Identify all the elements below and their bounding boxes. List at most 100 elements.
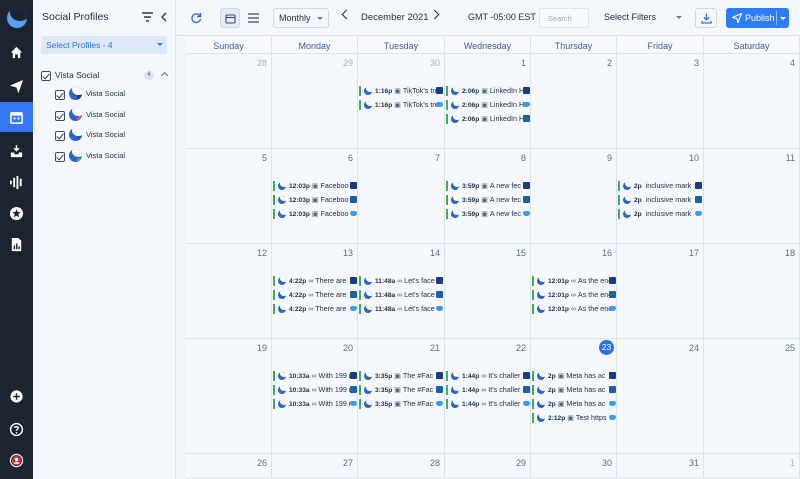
scheduled-post[interactable]: 10:33a ∞ With 199 r: [273, 371, 357, 381]
day-cell[interactable]: 19: [186, 339, 272, 454]
scheduled-post[interactable]: 1:16p ▣ TikTok's tre: [359, 86, 443, 96]
day-cell[interactable]: 25: [704, 339, 800, 454]
day-cell[interactable]: 15: [445, 244, 531, 339]
help-icon[interactable]: [0, 414, 33, 444]
reviews-star-icon[interactable]: [0, 198, 33, 228]
scheduled-post[interactable]: 1:44p ∞ It's challer: [446, 371, 530, 381]
day-cell[interactable]: 5: [186, 149, 272, 244]
view-mode-select[interactable]: Monthly: [273, 8, 329, 28]
inbox-icon[interactable]: [0, 136, 33, 166]
day-cell[interactable]: 1: [704, 454, 800, 479]
day-cell[interactable]: 13 4:22p ∞ There are 4:22p ∞ There are 4:22p ∞ Th…: [272, 244, 358, 339]
scheduled-post[interactable]: 3:59p ▣ A new fec: [446, 195, 530, 205]
scheduled-post[interactable]: 3:59p ▣ A new fec: [446, 181, 530, 191]
day-cell[interactable]: 31: [617, 454, 704, 479]
add-circle-icon[interactable]: [0, 381, 33, 411]
profile-checkbox[interactable]: [55, 111, 65, 121]
day-cell[interactable]: 20 10:33a ∞ With 199 r 10:33a ∞ With 199 r 10:3…: [272, 339, 358, 454]
calendar-view-button[interactable]: [220, 8, 240, 28]
scheduled-post[interactable]: 11:48a ∞ Let's face: [359, 304, 443, 314]
day-cell[interactable]: 26: [186, 454, 272, 479]
chevron-left-icon[interactable]: [160, 12, 168, 22]
day-cell[interactable]: 28: [186, 54, 272, 149]
day-cell[interactable]: 29: [445, 454, 531, 479]
day-cell[interactable]: 9: [531, 149, 617, 244]
day-cell[interactable]: 18: [704, 244, 800, 339]
scheduled-post[interactable]: 2:12p ▣ Test https: [532, 413, 616, 423]
scheduled-post[interactable]: 3:35p ▣ The #Fac: [359, 385, 443, 395]
scheduled-post[interactable]: 12:01p ∞ As the enc: [532, 304, 616, 314]
scheduled-post[interactable]: 12:01p ∞ As the enc: [532, 290, 616, 300]
scheduled-post[interactable]: 12:03p ▣ Faceboo: [273, 195, 357, 205]
chevron-down-icon[interactable]: [780, 17, 786, 20]
day-cell[interactable]: 3: [617, 54, 704, 149]
profile-group-vista-social[interactable]: Vista Social 4: [41, 70, 171, 84]
day-cell[interactable]: 1 2:06p ▣ LinkedIn H 2:06p ▣ LinkedIn H 2:06p ▣ L…: [445, 54, 531, 149]
scheduled-post[interactable]: 2:06p ▣ LinkedIn H: [446, 100, 530, 110]
day-cell[interactable]: 22 1:44p ∞ It's challer 1:44p ∞ It's challer 1:…: [445, 339, 531, 454]
home-icon[interactable]: [0, 37, 33, 67]
send-icon[interactable]: [0, 71, 33, 101]
profile-checkbox[interactable]: [55, 90, 65, 100]
reports-icon[interactable]: [0, 229, 33, 259]
day-cell[interactable]: 4: [704, 54, 800, 149]
refresh-icon[interactable]: [186, 8, 206, 28]
scheduled-post[interactable]: 11:48a ∞ Let's face: [359, 276, 443, 286]
day-cell[interactable]: 23 2p ▣ Meta has ac 2p ▣ Meta has ac 2p ▣ Meta ha…: [531, 339, 617, 454]
day-cell[interactable]: 21 3:35p ▣ The #Fac 3:35p ▣ The #Fac 3:35p ▣ The …: [358, 339, 445, 454]
day-cell[interactable]: 16 12:01p ∞ As the enc 12:01p ∞ As the enc 12:0…: [531, 244, 617, 339]
scheduled-post[interactable]: 1:44p ∞ It's challer: [446, 399, 530, 409]
list-view-button[interactable]: [243, 8, 263, 28]
scheduled-post[interactable]: 2p inclusive mark: [618, 209, 702, 219]
scheduled-post[interactable]: 2p inclusive mark: [618, 195, 702, 205]
profile-checkbox[interactable]: [55, 152, 65, 162]
scheduled-post[interactable]: 2p ▣ Meta has ac: [532, 371, 616, 381]
scheduled-post[interactable]: 1:44p ∞ It's challer: [446, 385, 530, 395]
scheduled-post[interactable]: 4:22p ∞ There are: [273, 276, 357, 286]
group-checkbox[interactable]: [41, 71, 51, 81]
scheduled-post[interactable]: 3:59p ▣ A new fec: [446, 209, 530, 219]
scheduled-post[interactable]: 2:06p ▣ LinkedIn H: [446, 114, 530, 124]
day-cell[interactable]: 29: [272, 54, 358, 149]
day-cell[interactable]: 14 11:48a ∞ Let's face 11:48a ∞ Let's face 11:4…: [358, 244, 445, 339]
scheduled-post[interactable]: 4:22p ∞ There are: [273, 304, 357, 314]
profile-row-instagram[interactable]: Vista Social: [55, 108, 165, 124]
scheduled-post[interactable]: 12:03p ▣ Faceboo: [273, 181, 357, 191]
scheduled-post[interactable]: 4:22p ∞ There are: [273, 290, 357, 300]
chevron-down-icon[interactable]: [676, 16, 682, 19]
next-month-chevron-icon[interactable]: [429, 9, 440, 20]
day-cell[interactable]: 30 1:16p ▣ TikTok's tre 1:16p ▣ TikTok's tre: [358, 54, 445, 149]
day-cell[interactable]: 7: [358, 149, 445, 244]
scheduled-post[interactable]: 12:01p ∞ As the enc: [532, 276, 616, 286]
filter-icon[interactable]: [142, 12, 153, 22]
day-cell[interactable]: 17: [617, 244, 704, 339]
day-cell[interactable]: 28: [358, 454, 445, 479]
download-button[interactable]: [695, 8, 717, 28]
day-cell[interactable]: 2: [531, 54, 617, 149]
day-cell[interactable]: 12: [186, 244, 272, 339]
vista-social-logo[interactable]: [7, 8, 27, 28]
scheduled-post[interactable]: 10:33a ∞ With 199 r: [273, 385, 357, 395]
profile-checkbox[interactable]: [55, 131, 65, 141]
scheduled-post[interactable]: 2p ▣ Meta has ac: [532, 385, 616, 395]
day-cell[interactable]: 11: [704, 149, 800, 244]
day-cell[interactable]: 8 3:59p ▣ A new fec 3:59p ▣ A new fec 3:59p ▣ A n…: [445, 149, 531, 244]
chevron-up-icon[interactable]: [160, 71, 169, 80]
publish-button[interactable]: Publish: [726, 8, 789, 28]
prev-month-chevron-icon[interactable]: [341, 9, 352, 20]
listening-icon[interactable]: [0, 167, 33, 197]
scheduled-post[interactable]: 3:35p ▣ The #Fac: [359, 399, 443, 409]
scheduled-post[interactable]: 2:06p ▣ LinkedIn H: [446, 86, 530, 96]
select-profiles-dropdown[interactable]: Select Profiles - 4: [41, 36, 167, 54]
day-cell[interactable]: 27: [272, 454, 358, 479]
select-filters-dropdown[interactable]: Select Filters: [604, 12, 656, 22]
scheduled-post[interactable]: 10:33a ∞ With 199 r: [273, 399, 357, 409]
scheduled-post[interactable]: 11:48a ∞ Let's face: [359, 290, 443, 300]
profile-row-facebook[interactable]: Vista Social: [55, 87, 165, 103]
profile-row-linkedin[interactable]: Vista Social: [55, 128, 165, 144]
search-input[interactable]: Search: [539, 8, 589, 28]
timezone-label[interactable]: GMT -05:00 EST: [468, 12, 536, 22]
day-cell[interactable]: 30: [531, 454, 617, 479]
day-cell[interactable]: 6 12:03p ▣ Faceboo 12:03p ▣ Faceboo 12:03p ▣ Face…: [272, 149, 358, 244]
scheduled-post[interactable]: 2p inclusive mark: [618, 181, 702, 191]
